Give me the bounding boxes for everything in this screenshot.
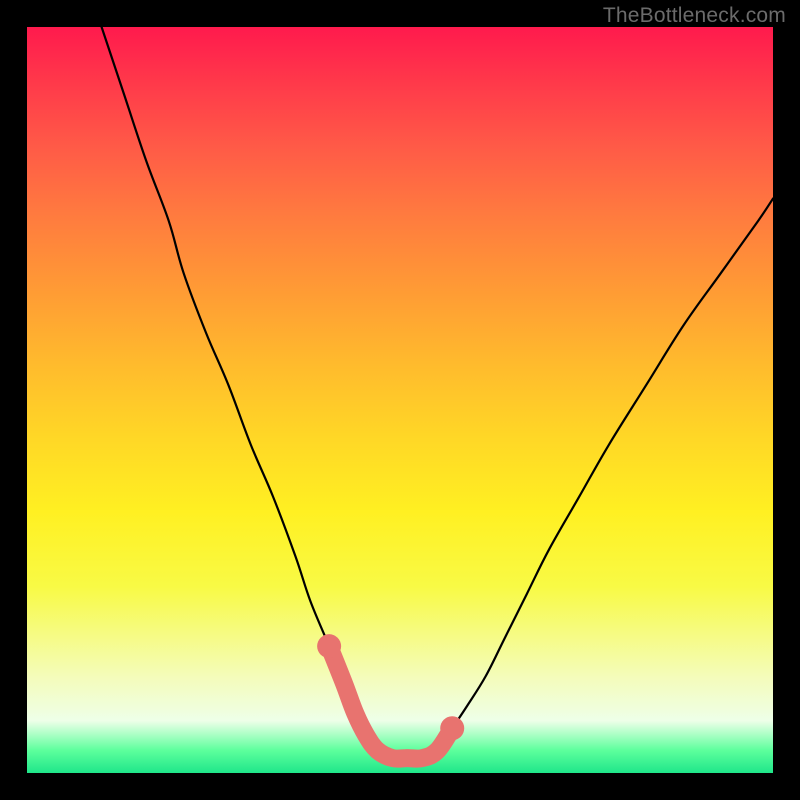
watermark-text: TheBottleneck.com (603, 4, 786, 28)
highlight-line (329, 646, 452, 758)
chart-svg (27, 27, 773, 773)
highlight-dot-right (440, 716, 464, 740)
highlight-dot-left (317, 634, 341, 658)
bottleneck-curve (102, 27, 773, 759)
curve-line (102, 27, 773, 759)
bottleneck-minimum-highlight (317, 634, 464, 758)
chart-canvas (27, 27, 773, 773)
